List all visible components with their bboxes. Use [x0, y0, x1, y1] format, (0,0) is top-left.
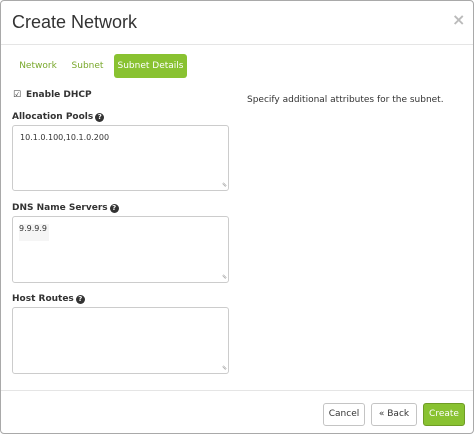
cancel-button[interactable]: Cancel: [323, 403, 365, 426]
resize-grip-icon[interactable]: ═: [220, 273, 229, 282]
create-network-dialog: Create Network × Network Subnet Subnet D…: [0, 0, 474, 434]
allocation-pools-value: 10.1.0.100,10.1.0.200: [20, 133, 110, 142]
help-icon[interactable]: ?: [75, 295, 85, 304]
dialog-title: Create Network: [12, 12, 138, 32]
dns-name-servers-label: DNS Name Servers?: [12, 203, 119, 213]
dns-name-servers-label-text: DNS Name Servers: [12, 203, 108, 213]
subnet-description: Specify additional attributes for the su…: [247, 95, 444, 105]
allocation-pools-label-text: Allocation Pools: [12, 112, 94, 122]
enable-dhcp-row: ☑ Enable DHCP: [12, 90, 92, 100]
host-routes-textarea[interactable]: ═: [12, 307, 229, 374]
help-icon[interactable]: ?: [109, 204, 119, 213]
host-routes-label: Host Routes?: [12, 294, 85, 304]
dialog-header: Create Network ×: [1, 1, 473, 45]
close-icon[interactable]: ×: [452, 10, 465, 29]
help-icon[interactable]: ?: [95, 113, 105, 122]
back-button[interactable]: « Back: [371, 403, 417, 426]
allocation-pools-label: Allocation Pools?: [12, 112, 105, 122]
allocation-pools-textarea[interactable]: 10.1.0.100,10.1.0.200 ═: [12, 125, 229, 191]
tab-network[interactable]: Network: [12, 54, 64, 78]
enable-dhcp-checkbox[interactable]: ☑: [12, 90, 22, 100]
tab-subnet[interactable]: Subnet: [65, 54, 110, 78]
dns-name-servers-value: 9.9.9.9: [19, 224, 49, 241]
enable-dhcp-label: Enable DHCP: [26, 90, 92, 100]
dns-name-servers-textarea[interactable]: 9.9.9.9 ═: [12, 216, 229, 283]
tab-subnet-details[interactable]: Subnet Details: [114, 54, 187, 78]
resize-grip-icon[interactable]: ═: [220, 181, 229, 190]
host-routes-label-text: Host Routes: [12, 294, 74, 304]
create-button[interactable]: Create: [423, 403, 465, 426]
resize-grip-icon[interactable]: ═: [220, 364, 229, 373]
